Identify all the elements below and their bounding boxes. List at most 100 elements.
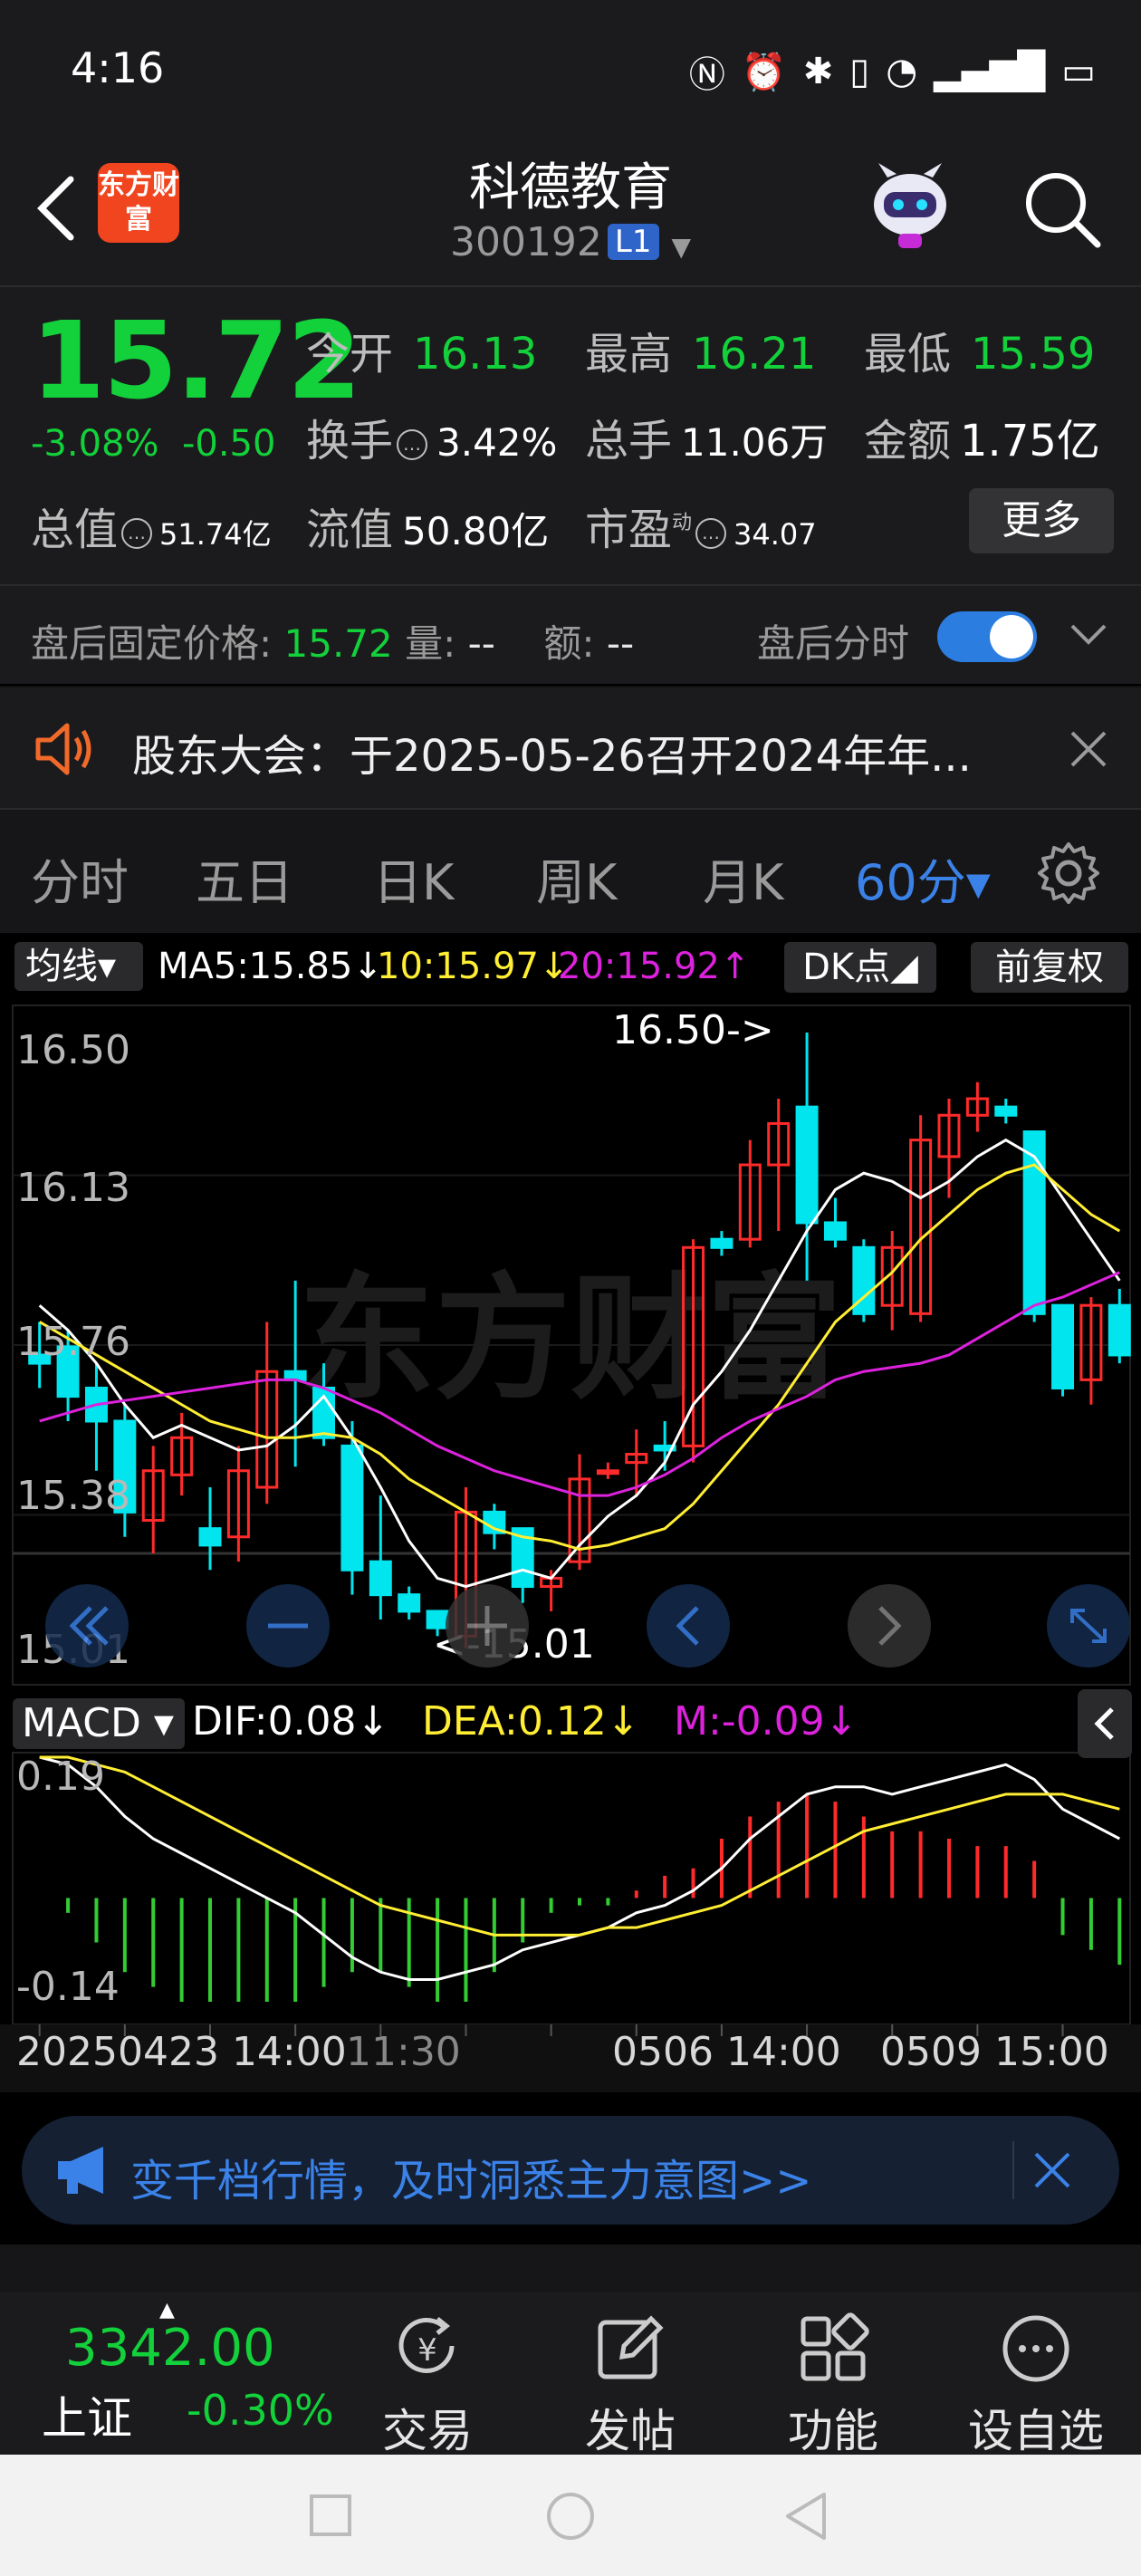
gear-icon[interactable] [1034, 839, 1103, 908]
close-icon[interactable] [1032, 2150, 1072, 2190]
notice-banner[interactable]: 股东大会：于2025-05-26召开2024年年... [0, 686, 1141, 808]
more-circle-icon [1002, 2315, 1069, 2382]
alarm-icon: ⏰ [741, 51, 787, 93]
dif-value: DIF:0.08↓ [192, 1698, 390, 1745]
volume-cell: 总手 11.06万 [585, 416, 829, 466]
candle-down [823, 1221, 847, 1241]
tab-monthly-k[interactable]: 月K [703, 842, 783, 914]
info-icon: … [397, 429, 428, 460]
info-icon: … [695, 518, 727, 549]
change-percent: -3.08% [31, 423, 159, 465]
m-value: M:-0.09↓ [674, 1698, 858, 1745]
nav-functions[interactable]: 功能 [752, 2310, 915, 2460]
nav-add-watchlist-label: 设自选 [968, 2405, 1104, 2457]
zoom-out-button[interactable] [246, 1584, 330, 1668]
battery-icon: ▭ [1061, 51, 1096, 92]
after-hours-row: 盘后固定价格: 15.72 量: -- 额: -- 盘后分时 [0, 584, 1141, 684]
nav-post[interactable]: 发帖 [549, 2310, 712, 2460]
price-change: -3.08% -0.50 [31, 423, 275, 465]
fullscreen-button[interactable] [1047, 1584, 1130, 1668]
status-time: 4:16 [71, 43, 165, 92]
home-icon[interactable] [545, 2491, 596, 2542]
grid-icon [801, 2312, 869, 2381]
dea-line [39, 1755, 1120, 1937]
tab-60min[interactable]: 60分▾ [855, 842, 991, 914]
stock-code-row[interactable]: 300192 L1 ▼ [0, 219, 1141, 265]
back-icon[interactable] [782, 2491, 829, 2542]
zoom-in-button[interactable] [446, 1584, 529, 1668]
time-axis-label: 20250423 14:00 [16, 2029, 347, 2075]
divider [1012, 2141, 1014, 2199]
promo-banner[interactable]: 变千档行情，及时洞悉主力意图>> [22, 2116, 1119, 2225]
vibrate-icon: ▯ [849, 51, 870, 92]
system-nav-bar [0, 2455, 1141, 2576]
search-icon[interactable] [1018, 165, 1105, 252]
more-button[interactable]: 更多 [969, 488, 1114, 553]
tab-daily-k[interactable]: 日K [373, 842, 454, 914]
after-hours-info: 盘后固定价格: 15.72 量: -- 额: -- [31, 621, 635, 666]
dif-line [39, 1755, 1121, 1981]
chevron-down-icon: ▼ [671, 232, 692, 262]
amount-cell: 金额 1.75亿 [864, 416, 1100, 466]
macd-indicator-bar: MACD ▾ DIF:0.08↓ DEA:0.12↓ M:-0.09↓ [0, 1689, 1141, 1758]
after-hours-minute-label: 盘后分时 [757, 621, 910, 666]
pe-cell[interactable]: 市盈动… 34.07 [585, 494, 817, 557]
kline-chart[interactable]: 东方财富 16.5016.1315.7615.3815.01 16.50-> <… [0, 933, 1141, 2092]
nav-add-watchlist[interactable]: 设自选 [954, 2310, 1117, 2460]
speaker-icon [35, 723, 91, 775]
kline-chart-area: 均线▾ MA5:15.85↓ 10:15.97↓ 20:15.92↑ DK点◢ … [0, 933, 1141, 2092]
price-axis-label: 16.50 [16, 1027, 130, 1073]
close-icon[interactable] [1069, 729, 1108, 769]
bluetooth-icon: ✱ [802, 51, 834, 92]
nav-post-label: 发帖 [585, 2405, 676, 2457]
candle-down [994, 1105, 1018, 1117]
candle-down [369, 1560, 392, 1597]
after-hours-toggle[interactable] [937, 611, 1037, 662]
step-left-button[interactable] [647, 1584, 730, 1668]
candle-down [340, 1444, 364, 1572]
chevron-left-icon[interactable] [1078, 1689, 1132, 1758]
index-name: 上证 [42, 2392, 132, 2445]
signal-icon: ▂▄▆█ [934, 51, 1046, 92]
robot-assistant-icon[interactable] [860, 158, 960, 257]
change-value: -0.50 [181, 423, 276, 465]
stock-header: 东方财富 科德教育 300192 L1 ▼ [0, 145, 1141, 285]
watermark: 东方财富 [299, 1261, 842, 1418]
macd-axis-label: -0.14 [16, 1964, 120, 2010]
period-tabs: 分时 五日 日K 周K 月K 60分▾ [0, 808, 1141, 933]
tab-weekly-k[interactable]: 周K [536, 842, 617, 914]
price-axis-label: 15.38 [16, 1473, 130, 1519]
recent-apps-icon[interactable] [308, 2493, 353, 2538]
candle-down [198, 1527, 222, 1547]
price-axis-label: 15.76 [16, 1319, 130, 1365]
step-right-button[interactable] [848, 1584, 931, 1668]
tab-intraday[interactable]: 分时 [31, 842, 129, 914]
candle-down [1022, 1130, 1046, 1315]
mktcap-cell[interactable]: 总值… 51.74亿 [31, 494, 272, 557]
nav-functions-label: 功能 [788, 2405, 878, 2457]
candle-down [795, 1105, 819, 1225]
fast-left-button[interactable] [45, 1584, 129, 1668]
open-cell: 今开 16.13 [306, 329, 538, 380]
turnover-cell[interactable]: 换手… 3.42% [306, 405, 557, 468]
stock-name: 科德教育 [469, 159, 672, 217]
candle-up [596, 1469, 619, 1475]
nfc-icon: Ⓝ [688, 54, 725, 96]
candle-down [710, 1237, 734, 1249]
dea-value: DEA:0.12↓ [422, 1698, 640, 1745]
time-axis-label: 11:30 [346, 2029, 461, 2075]
status-bar: 4:16 Ⓝ ⏰ ✱ ▯ ◔ ▂▄▆█ ▭ [0, 0, 1141, 145]
svg-text:¥: ¥ [417, 2332, 437, 2369]
index-value: 3342.00 [65, 2319, 275, 2378]
quote-panel: 15.72 -3.08% -0.50 今开 16.13 最高 16.21 最低 15.… [0, 285, 1141, 584]
nav-trade[interactable]: ¥ 交易 [346, 2310, 509, 2460]
level-badge: L1 [607, 224, 659, 260]
edit-icon [598, 2315, 664, 2379]
chevron-down-icon[interactable] [1069, 617, 1108, 653]
low-cell: 最低 15.59 [864, 329, 1096, 380]
tab-five-day[interactable]: 五日 [196, 842, 293, 914]
macd-selector[interactable]: MACD ▾ [13, 1698, 185, 1749]
notice-text: 股东大会：于2025-05-26召开2024年年... [132, 731, 972, 782]
stock-code: 300192 [449, 219, 602, 265]
wifi-icon: ◔ [886, 51, 918, 92]
